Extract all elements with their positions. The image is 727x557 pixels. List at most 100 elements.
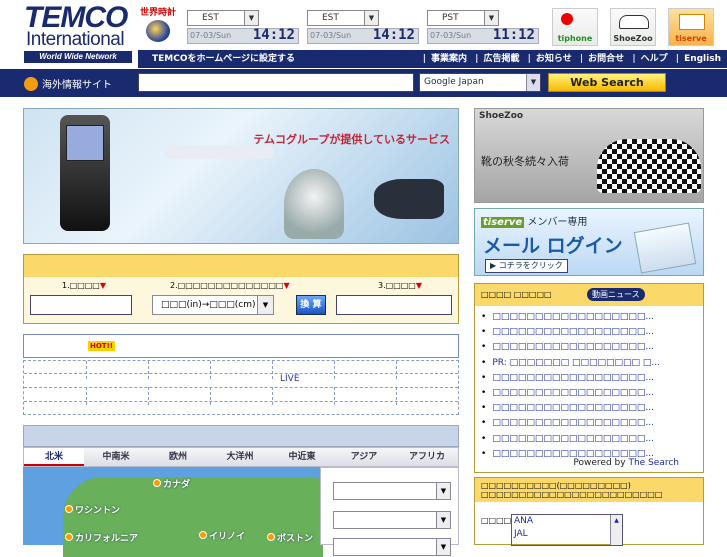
search-bar: 海外情報サイト Google Japan ▼ Web Search xyxy=(0,69,727,97)
map-select-2[interactable]: ▼ xyxy=(333,511,451,529)
news-item[interactable]: □□□□□□□□□□□□□□□□□□... xyxy=(481,340,660,355)
nav-advertise[interactable]: 広告掲載 xyxy=(483,54,519,64)
shoezoo-link[interactable]: ShoeZoo xyxy=(610,8,656,46)
news-item[interactable]: PR: □□□□□□□ □□□□□□□□ □... xyxy=(481,356,660,371)
news-item[interactable]: □□□□□□□□□□□□□□□□□□... xyxy=(481,325,660,340)
world-map-header xyxy=(23,425,459,447)
shoezoo-banner[interactable]: ShoeZoo 靴の秋冬続々入荷 xyxy=(474,108,704,203)
temco-logo[interactable]: TEMCO International World Wide Network S… xyxy=(0,0,138,73)
click-here-button[interactable]: ▶ コチラをクリック xyxy=(485,259,568,273)
airline-option-ana[interactable]: ANA xyxy=(514,515,622,528)
news-list: □□□□□□□□□□□□□□□□□□... □□□□□□□□□□□□□□□□□□… xyxy=(481,310,660,462)
news-item[interactable]: □□□□□□□□□□□□□□□□□□... xyxy=(481,310,660,325)
powered-by: Powered by The Search xyxy=(573,458,679,468)
news-item[interactable]: □□□□□□□□□□□□□□□□□□... xyxy=(481,401,660,416)
tab-oceania[interactable]: 大洋州 xyxy=(210,448,270,466)
logo-brand: TEMCO xyxy=(24,1,128,34)
chevron-down-icon: ▼ xyxy=(364,11,378,25)
chevron-down-icon: ▼ xyxy=(484,11,498,25)
mobile-phone-image xyxy=(60,115,110,231)
web-search-button[interactable]: Web Search xyxy=(548,73,666,92)
clock-2-zone-select[interactable]: EST ▼ xyxy=(307,10,379,26)
video-news-button[interactable]: 動画ニュース xyxy=(587,288,645,301)
news-item[interactable]: □□□□□□□□□□□□□□□□□□... xyxy=(481,386,660,401)
clock-1: EST ▼ 07-03/Sun 14:12 xyxy=(185,8,301,44)
news-title: □□□□ □□□□□ xyxy=(481,290,552,299)
convert-button[interactable]: 換 算 xyxy=(296,295,326,315)
nav-help[interactable]: ヘルプ xyxy=(641,54,668,64)
envelope-icon xyxy=(679,14,705,30)
tab-latin-america[interactable]: 中南米 xyxy=(86,448,146,466)
pin-icon xyxy=(267,533,275,541)
set-homepage-link[interactable]: TEMCOをホームページに設定する xyxy=(152,50,295,68)
news-item[interactable]: □□□□□□□□□□□□□□□□□□... xyxy=(481,416,660,431)
live-grid: LIVE xyxy=(23,360,459,415)
envelope-icon xyxy=(633,222,697,274)
tab-africa[interactable]: アフリカ xyxy=(396,448,458,466)
globe-icon xyxy=(146,20,170,42)
search-input[interactable] xyxy=(138,73,414,92)
north-america-map: カナダ ワシントン カリフォルニア イリノイ ボストン xyxy=(23,467,323,557)
converter-label-1: 1.□□□□▼ xyxy=(62,281,107,290)
tiserve-mail-login[interactable]: tiserve メンバー専用 メール ログイン ▶ コチラをクリック xyxy=(474,208,704,276)
map-select-3[interactable]: ▼ xyxy=(333,538,451,556)
top-nav: TEMCOをホームページに設定する | 事業案内 | 広告掲載 | お知らせ | お問合… xyxy=(138,50,727,68)
news-item[interactable]: □□□□□□□□□□□□□□□□□□... xyxy=(481,371,660,386)
tab-europe[interactable]: 欧州 xyxy=(148,448,208,466)
tab-asia[interactable]: アジア xyxy=(334,448,394,466)
shoe-icon xyxy=(619,15,649,29)
clock-3-zone-select[interactable]: PST ▼ xyxy=(427,10,499,26)
nav-contact[interactable]: お問合せ xyxy=(588,54,624,64)
converter-input-value[interactable] xyxy=(30,295,132,315)
map-select-1[interactable]: ▼ xyxy=(333,482,451,500)
map-selects: ▼ ▼ ▼ xyxy=(320,467,459,556)
region-tabs: 北米 中南米 欧州 大洋州 中近東 アジア アフリカ xyxy=(23,447,459,467)
chevron-down-icon: ▼ xyxy=(257,296,273,314)
logo-tagline: World Wide Network Services xyxy=(24,51,132,73)
services-banner[interactable]: テムコグループが提供しているサービス xyxy=(23,108,459,244)
unit-select[interactable]: □□□(in)→□□□(cm) ▼ xyxy=(152,295,274,315)
pin-icon xyxy=(65,505,73,513)
converter-header xyxy=(24,255,458,277)
clock-3-display: 07-03/Sun 11:12 xyxy=(427,28,539,44)
search-engine-select[interactable]: Google Japan ▼ xyxy=(419,73,541,92)
tiphone-link[interactable]: tiphone xyxy=(552,8,598,46)
nav-news[interactable]: お知らせ xyxy=(536,54,572,64)
airline-header: □□□□□□□□□□(□□□□□□□□□) □□□□□□□□□□□□□□□□□□□… xyxy=(475,478,703,502)
globe-icon xyxy=(24,77,38,91)
tiserve-link[interactable]: tiserve xyxy=(668,8,714,46)
listbox-scrollbar[interactable]: ▲ xyxy=(610,515,622,545)
news-item[interactable]: □□□□□□□□□□□□□□□□□□... xyxy=(481,432,660,447)
nav-business[interactable]: 事業案内 xyxy=(431,54,467,64)
airline-option-jal[interactable]: JAL xyxy=(514,528,622,541)
chevron-down-icon: ▼ xyxy=(244,11,258,25)
overseas-info-link[interactable]: 海外情報サイト xyxy=(24,76,112,91)
live-label[interactable]: LIVE xyxy=(280,374,300,384)
clock-1-display: 07-03/Sun 14:12 xyxy=(187,28,299,44)
clock-1-zone-select[interactable]: EST ▼ xyxy=(187,10,259,26)
airline-label: □□□□ xyxy=(481,516,512,525)
nav-english[interactable]: English xyxy=(684,54,721,64)
converter-label-3: 3.□□□□▼ xyxy=(378,281,423,290)
airline-listbox[interactable]: ANA JAL ▲ xyxy=(511,514,623,546)
hot-badge: HOT!! xyxy=(88,341,115,351)
shoezoo-text: 靴の秋冬続々入荷 xyxy=(481,155,569,168)
unit-converter: 1.□□□□▼ 2.□□□□□□□□□□□□□□▼ 3.□□□□▼ □□□(in… xyxy=(23,254,459,324)
map-pin-illinois[interactable]: イリノイ xyxy=(199,529,245,542)
clock-2-display: 07-03/Sun 14:12 xyxy=(307,28,419,44)
logo-sub: International xyxy=(26,29,125,50)
pin-icon xyxy=(153,479,161,487)
pin-icon xyxy=(65,533,73,541)
tab-middle-east[interactable]: 中近東 xyxy=(272,448,332,466)
converter-result-field[interactable] xyxy=(336,295,452,315)
clock-2: EST ▼ 07-03/Sun 14:12 xyxy=(305,8,421,44)
map-pin-california[interactable]: カリフォルニア xyxy=(65,531,138,544)
map-pin-washington[interactable]: ワシントン xyxy=(65,503,120,516)
airplane-image xyxy=(164,145,274,159)
the-search-link[interactable]: The Search xyxy=(628,458,679,468)
map-pin-canada[interactable]: カナダ xyxy=(153,477,190,490)
map-landmass xyxy=(63,477,323,557)
tab-north-america[interactable]: 北米 xyxy=(24,448,84,466)
partner-icons: tiphone ShoeZoo tiserve xyxy=(552,8,727,46)
map-pin-boston[interactable]: ボストン xyxy=(267,531,313,544)
